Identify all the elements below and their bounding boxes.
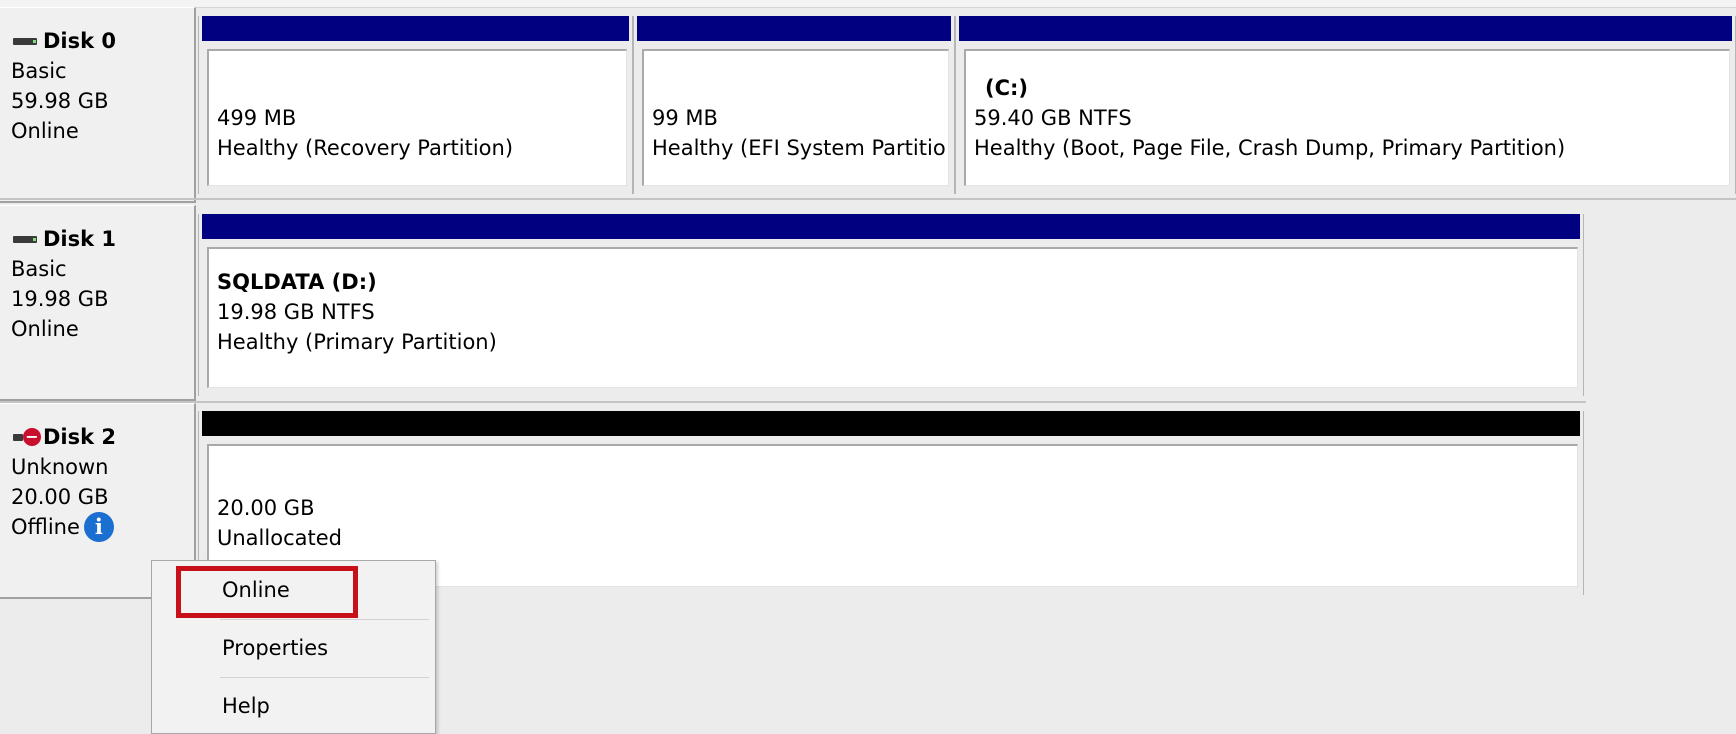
partition-status: Healthy (Boot, Page File, Crash Dump, Pr… (974, 136, 1566, 160)
disk-name: Disk 1 (43, 227, 117, 251)
partition-body: (C:) 59.40 GB NTFS Healthy (Boot, Page F… (964, 49, 1730, 186)
partition-name: SQLDATA (D:) (217, 270, 377, 294)
partition-body: 99 MB Healthy (EFI System Partitio (642, 49, 949, 186)
disk-type: Basic (11, 257, 67, 281)
partition-header (202, 214, 1580, 239)
partition-recovery[interactable]: 499 MB Healthy (Recovery Partition) (198, 16, 633, 194)
disk-1-label[interactable]: Disk 1 Basic 19.98 GB Online (0, 205, 196, 401)
disk-size: 20.00 GB (11, 485, 109, 509)
disk-icon (11, 228, 41, 250)
disk-status: Online (11, 119, 79, 143)
partition-sqldata[interactable]: SQLDATA (D:) 19.98 GB NTFS Healthy (Prim… (198, 214, 1584, 396)
disk-status: Online (11, 317, 79, 341)
menu-item-help[interactable]: Help (152, 679, 435, 733)
partition-size: 99 MB (652, 106, 718, 130)
highlight-box (176, 566, 358, 618)
partition-status: Healthy (EFI System Partitio (652, 136, 946, 160)
partition-header (202, 411, 1580, 436)
partition-size: 59.40 GB NTFS (974, 106, 1132, 130)
partition-size: 499 MB (217, 106, 297, 130)
partition-size: 19.98 GB NTFS (217, 300, 375, 324)
disk-0-label[interactable]: Disk 0 Basic 59.98 GB Online (0, 7, 196, 203)
disk-size: 19.98 GB (11, 287, 109, 311)
partition-header (959, 16, 1732, 41)
disk-type: Unknown (11, 455, 109, 479)
row-divider (0, 198, 1736, 200)
disk-status: Offline (11, 515, 80, 539)
disk-1-partition-map: SQLDATA (D:) 19.98 GB NTFS Healthy (Prim… (198, 214, 1584, 396)
disk-offline-icon: − (11, 426, 41, 448)
partition-name: (C:) (985, 76, 1029, 100)
partition-status: Healthy (Primary Partition) (217, 330, 497, 354)
disk-size: 59.98 GB (11, 89, 109, 113)
disk-0-partition-map: 499 MB Healthy (Recovery Partition) 99 M… (198, 16, 1736, 194)
partition-size: 20.00 GB (217, 496, 315, 520)
partition-header (637, 16, 951, 41)
disk-icon (11, 30, 41, 52)
partition-status: Unallocated (217, 526, 342, 550)
info-icon[interactable]: i (83, 512, 114, 542)
menu-separator (220, 677, 429, 678)
top-edge (0, 0, 1736, 8)
partition-header (202, 16, 629, 41)
disk-name: Disk 2 (43, 425, 117, 449)
row-divider (0, 401, 1586, 403)
partition-body: SQLDATA (D:) 19.98 GB NTFS Healthy (Prim… (207, 247, 1578, 388)
menu-separator (220, 619, 429, 620)
partition-efi[interactable]: 99 MB Healthy (EFI System Partitio (633, 16, 955, 194)
disk-type: Basic (11, 59, 67, 83)
partition-c-drive[interactable]: (C:) 59.40 GB NTFS Healthy (Boot, Page F… (955, 16, 1736, 194)
menu-item-properties[interactable]: Properties (152, 621, 435, 675)
partition-status: Healthy (Recovery Partition) (217, 136, 514, 160)
disk-name: Disk 0 (43, 29, 117, 53)
partition-body: 499 MB Healthy (Recovery Partition) (207, 49, 627, 186)
